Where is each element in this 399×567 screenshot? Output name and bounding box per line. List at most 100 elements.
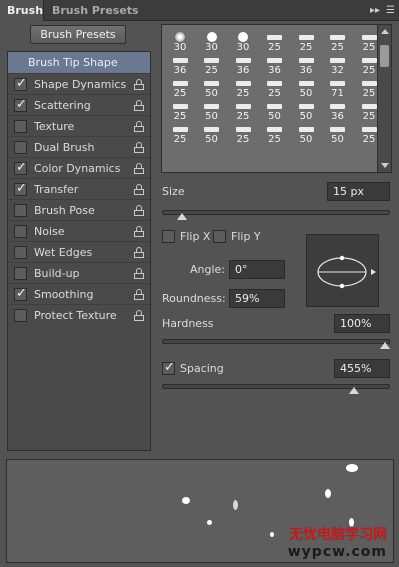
- flip-x-checkbox[interactable]: [162, 230, 175, 243]
- brush-size-label: 50: [299, 111, 313, 122]
- brush-preset-cell[interactable]: 36: [259, 53, 291, 76]
- brush-preset-cell[interactable]: 25: [259, 76, 291, 99]
- brush-preset-cell[interactable]: 30: [227, 30, 259, 53]
- tab-brush[interactable]: Brush: [0, 0, 44, 21]
- brush-preset-cell[interactable]: 25: [227, 122, 259, 145]
- spacing-checkbox[interactable]: ✓: [162, 360, 175, 375]
- lock-icon[interactable]: [134, 268, 144, 279]
- brush-thumbnail-icon: [227, 78, 259, 88]
- brush-preset-cell[interactable]: 36: [164, 53, 196, 76]
- option-checkbox[interactable]: [14, 309, 27, 322]
- lock-icon[interactable]: [134, 163, 144, 174]
- brush-preset-cell[interactable]: 50: [196, 76, 228, 99]
- brush-preset-cell[interactable]: 32: [322, 53, 354, 76]
- brush-preset-cell[interactable]: 25: [227, 76, 259, 99]
- brush-thumbnail-icon: [164, 124, 196, 134]
- brush-thumbnail-icon: [227, 55, 259, 65]
- option-checkbox[interactable]: [14, 120, 27, 133]
- lock-icon[interactable]: [134, 289, 144, 300]
- brush-preset-cell[interactable]: 50: [322, 122, 354, 145]
- brush-thumbnail-icon: [196, 55, 228, 65]
- option-row-build-up[interactable]: Build-up: [8, 262, 150, 283]
- option-checkbox[interactable]: ✓: [14, 97, 27, 112]
- brush-presets-button[interactable]: Brush Presets: [30, 25, 126, 44]
- brush-preset-cell[interactable]: 30: [164, 30, 196, 53]
- lock-icon[interactable]: [134, 100, 144, 111]
- size-field[interactable]: 15 px: [327, 182, 390, 201]
- option-row-wet-edges[interactable]: Wet Edges: [8, 241, 150, 262]
- option-checkbox[interactable]: [14, 204, 27, 217]
- checkmark-icon: ✓: [164, 360, 175, 375]
- lock-icon[interactable]: [134, 79, 144, 90]
- option-row-smoothing[interactable]: ✓ Smoothing: [8, 283, 150, 304]
- lock-icon[interactable]: [134, 142, 144, 153]
- option-row-texture[interactable]: Texture: [8, 115, 150, 136]
- brush-preset-cell[interactable]: 25: [164, 99, 196, 122]
- lock-icon[interactable]: [134, 226, 144, 237]
- angle-field[interactable]: 0°: [229, 260, 285, 279]
- brush-preset-cell[interactable]: 50: [196, 99, 228, 122]
- brush-preset-cell[interactable]: 25: [196, 53, 228, 76]
- option-row-dual-brush[interactable]: Dual Brush: [8, 136, 150, 157]
- option-checkbox[interactable]: ✓: [14, 160, 27, 175]
- brush-preset-cell[interactable]: 50: [290, 122, 322, 145]
- roundness-field[interactable]: 59%: [229, 289, 285, 308]
- brush-tip-grid[interactable]: 30 30 30 25 25 25 25 36 25 36 36 36 32 25 25 50 25 25 50 71…: [161, 24, 392, 173]
- collapse-icon[interactable]: ▸▸: [370, 5, 380, 16]
- scroll-up-icon[interactable]: [381, 29, 389, 34]
- brush-preset-cell[interactable]: 25: [227, 99, 259, 122]
- spacing-slider-knob[interactable]: [349, 387, 360, 394]
- option-row-protect-texture[interactable]: Protect Texture: [8, 304, 150, 325]
- brush-preset-cell[interactable]: 25: [164, 122, 196, 145]
- option-checkbox[interactable]: [14, 246, 27, 259]
- option-checkbox[interactable]: ✓: [14, 286, 27, 301]
- option-checkbox[interactable]: [14, 141, 27, 154]
- brush-preset-cell[interactable]: 25: [259, 30, 291, 53]
- brush-preset-cell[interactable]: 25: [259, 122, 291, 145]
- angle-roundness-widget[interactable]: [306, 234, 379, 307]
- hardness-slider-knob[interactable]: [380, 342, 390, 349]
- option-label: Color Dynamics: [34, 162, 121, 175]
- lock-icon[interactable]: [134, 247, 144, 258]
- scroll-thumb[interactable]: [380, 45, 389, 67]
- hardness-field[interactable]: 100%: [334, 314, 390, 333]
- brush-preset-cell[interactable]: 50: [290, 99, 322, 122]
- lock-icon[interactable]: [134, 310, 144, 321]
- brush-preset-cell[interactable]: 25: [164, 76, 196, 99]
- spacing-field[interactable]: 455%: [334, 359, 390, 378]
- size-slider[interactable]: [162, 210, 390, 215]
- brush-preset-cell[interactable]: 25: [322, 30, 354, 53]
- brush-preset-cell[interactable]: 50: [290, 76, 322, 99]
- tab-brush-presets[interactable]: Brush Presets: [45, 0, 146, 21]
- option-row-brush-pose[interactable]: Brush Pose: [8, 199, 150, 220]
- size-slider-knob[interactable]: [177, 213, 188, 220]
- brush-preset-cell[interactable]: 36: [290, 53, 322, 76]
- brush-preset-cell[interactable]: 50: [259, 99, 291, 122]
- brush-preset-cell[interactable]: 50: [196, 122, 228, 145]
- brush-grid-scrollbar[interactable]: [377, 25, 391, 172]
- flip-y-checkbox[interactable]: [213, 230, 226, 243]
- option-checkbox[interactable]: [14, 267, 27, 280]
- option-row-scattering[interactable]: ✓ Scattering: [8, 94, 150, 115]
- hardness-slider[interactable]: [162, 339, 390, 344]
- option-row-noise[interactable]: Noise: [8, 220, 150, 241]
- brush-preset-cell[interactable]: 71: [322, 76, 354, 99]
- brush-preset-cell[interactable]: 30: [196, 30, 228, 53]
- brush-preset-cell[interactable]: 36: [322, 99, 354, 122]
- option-row-color-dynamics[interactable]: ✓ Color Dynamics: [8, 157, 150, 178]
- scroll-down-icon[interactable]: [381, 163, 389, 168]
- lock-icon[interactable]: [134, 184, 144, 195]
- lock-icon[interactable]: [134, 121, 144, 132]
- brush-size-label: 30: [205, 42, 218, 53]
- option-checkbox[interactable]: ✓: [14, 76, 27, 91]
- option-checkbox[interactable]: ✓: [14, 181, 27, 196]
- brush-preset-cell[interactable]: 25: [290, 30, 322, 53]
- panel-menu-icon[interactable]: ☰: [386, 5, 395, 16]
- brush-tip-shape-item[interactable]: Brush Tip Shape: [8, 52, 150, 73]
- option-row-shape-dynamics[interactable]: ✓ Shape Dynamics: [8, 73, 150, 94]
- option-row-transfer[interactable]: ✓ Transfer: [8, 178, 150, 199]
- brush-preset-cell[interactable]: 36: [227, 53, 259, 76]
- brush-thumbnail-icon: [322, 32, 354, 42]
- option-checkbox[interactable]: [14, 225, 27, 238]
- lock-icon[interactable]: [134, 205, 144, 216]
